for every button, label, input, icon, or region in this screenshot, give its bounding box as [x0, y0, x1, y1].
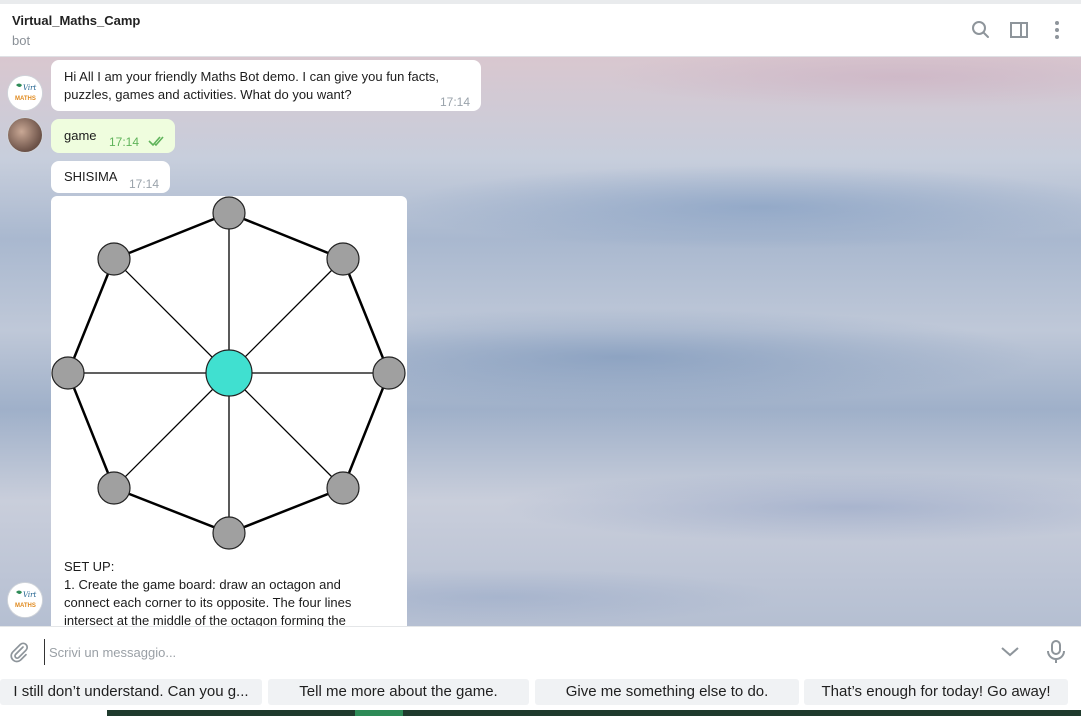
caption-line: 1. Create the game board: draw an octago…	[64, 577, 341, 592]
svg-text:MATHS: MATHS	[15, 603, 36, 609]
svg-text:MATHS: MATHS	[15, 96, 36, 102]
quick-reply-keyboard: I still don’t understand. Can you g... T…	[0, 676, 1081, 710]
message-time: 17:14	[109, 135, 140, 149]
bot-message-bubble[interactable]: Hi All I am your friendly Maths Bot demo…	[51, 60, 481, 111]
bot-message-bubble[interactable]: SHISIMA 17:14	[51, 161, 170, 193]
chat-subtitle: bot	[12, 33, 31, 48]
attach-icon[interactable]	[7, 640, 31, 664]
chevron-down-icon[interactable]	[998, 640, 1022, 664]
svg-text:Virt: Virt	[23, 591, 37, 599]
message-time: 17:14	[129, 177, 160, 191]
board-node	[372, 356, 406, 390]
board-node	[212, 196, 246, 230]
bot-avatar[interactable]: Virt MATHS	[8, 76, 42, 110]
more-vertical-icon[interactable]	[1045, 18, 1069, 42]
taskbar-segment	[107, 710, 1081, 716]
message-time: 17:14	[440, 95, 471, 109]
board-node	[326, 242, 360, 276]
sidebar-toggle-icon[interactable]	[1007, 18, 1031, 42]
caption-line: intersect at the middle of the octagon f…	[64, 613, 346, 626]
message-text: Hi All I am your friendly Maths Bot demo…	[64, 69, 440, 84]
caption-line: SET UP:	[64, 559, 115, 574]
message-text: game	[64, 128, 97, 143]
taskbar-segment-active	[355, 710, 403, 716]
caption-line: connect each corner to its opposite. The…	[64, 595, 352, 610]
board-node	[97, 242, 131, 276]
user-message-bubble[interactable]: game 17:14	[51, 119, 175, 153]
chat-title[interactable]: Virtual_Maths_Camp	[12, 13, 140, 28]
quick-reply-button[interactable]: Give me something else to do.	[535, 679, 799, 705]
taskbar-edge	[0, 710, 1081, 716]
read-check-icon	[148, 136, 164, 147]
microphone-icon[interactable]	[1044, 639, 1068, 665]
bot-avatar[interactable]: Virt MATHS	[8, 583, 42, 617]
search-icon[interactable]	[969, 18, 993, 42]
message-input[interactable]	[44, 639, 951, 665]
board-node	[326, 471, 360, 505]
shisima-board-image[interactable]	[51, 196, 407, 556]
message-composer	[0, 626, 1081, 676]
bot-image-message[interactable]: SET UP: 1. Create the game board: draw a…	[51, 196, 407, 626]
avatar-logo-text: Virt	[23, 84, 37, 92]
board-node	[97, 471, 131, 505]
chat-header: Virtual_Maths_Camp bot	[0, 4, 1081, 57]
quick-reply-button[interactable]: That’s enough for today! Go away!	[804, 679, 1068, 705]
message-text: puzzles, games and activities. What do y…	[64, 87, 352, 102]
board-node	[51, 356, 85, 390]
quick-reply-button[interactable]: I still don’t understand. Can you g...	[0, 679, 262, 705]
board-center-node	[205, 349, 253, 397]
message-text: SHISIMA	[64, 169, 118, 184]
board-node	[212, 516, 246, 550]
image-caption: SET UP: 1. Create the game board: draw a…	[64, 558, 364, 626]
quick-reply-button[interactable]: Tell me more about the game.	[268, 679, 529, 705]
user-avatar[interactable]	[8, 118, 42, 152]
chat-messages-area[interactable]: Virt MATHS Hi All I am your friendly Mat…	[0, 57, 1081, 626]
